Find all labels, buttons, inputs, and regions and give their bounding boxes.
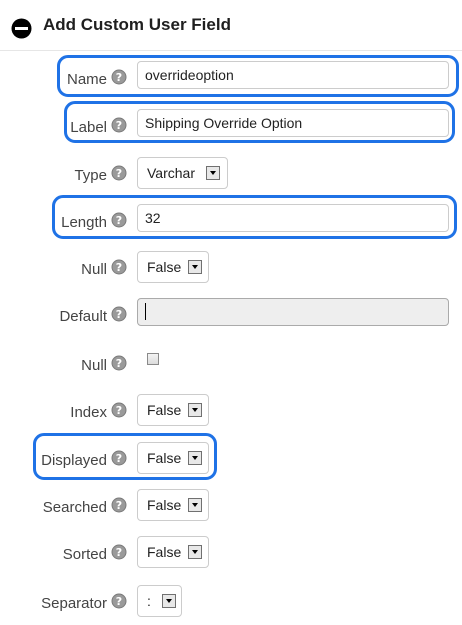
searched-label: Searched — [42, 499, 107, 516]
sorted-label: Sorted — [62, 546, 107, 563]
chevron-down-icon[interactable] — [188, 545, 202, 559]
chevron-down-icon[interactable] — [188, 403, 202, 417]
displayed-select[interactable]: False — [137, 442, 209, 474]
length-input[interactable] — [137, 204, 449, 232]
separator-label: Separator — [41, 595, 107, 612]
help-icon[interactable]: ? — [111, 497, 127, 513]
help-icon[interactable]: ? — [111, 212, 127, 228]
help-icon[interactable]: ? — [111, 402, 127, 418]
index-label: Index — [70, 404, 107, 421]
field-row-default: Default ? — [0, 297, 462, 337]
svg-text:?: ? — [116, 167, 122, 180]
label-label: Label — [70, 119, 107, 136]
null-select-value: False — [147, 259, 182, 275]
chevron-down-icon[interactable] — [188, 451, 202, 465]
field-row-length: Length ? — [0, 203, 462, 243]
field-row-searched: Searched ? False — [0, 488, 462, 528]
svg-text:?: ? — [116, 595, 122, 608]
svg-text:?: ? — [116, 546, 122, 559]
index-select[interactable]: False — [137, 394, 209, 426]
help-icon[interactable]: ? — [111, 306, 127, 322]
page-title: Add Custom User Field — [43, 15, 231, 34]
default-input[interactable] — [137, 298, 449, 326]
chevron-down-icon[interactable] — [188, 260, 202, 274]
index-select-value: False — [147, 402, 182, 418]
field-row-null-select: Null ? False — [0, 250, 462, 290]
length-label: Length — [61, 214, 107, 231]
field-row-separator: Separator ? : — [0, 584, 462, 624]
displayed-select-value: False — [147, 450, 182, 466]
type-label: Type — [74, 167, 107, 184]
help-icon[interactable]: ? — [111, 69, 127, 85]
field-row-index: Index ? False — [0, 393, 462, 433]
field-row-name: Name ? — [0, 60, 462, 100]
displayed-label: Displayed — [41, 452, 107, 469]
svg-text:?: ? — [116, 261, 122, 274]
field-row-displayed: Displayed ? False — [0, 441, 462, 481]
type-select-value: Varchar — [147, 165, 195, 181]
sorted-select[interactable]: False — [137, 536, 209, 568]
type-select[interactable]: Varchar — [137, 157, 228, 189]
chevron-down-icon[interactable] — [206, 166, 220, 180]
svg-text:?: ? — [116, 119, 122, 132]
null-checkbox[interactable] — [147, 353, 159, 365]
svg-text:?: ? — [116, 71, 122, 84]
name-input[interactable] — [137, 61, 449, 89]
help-icon[interactable]: ? — [111, 259, 127, 275]
separator-select-value: : — [147, 593, 151, 609]
help-icon[interactable]: ? — [111, 117, 127, 133]
separator-select[interactable]: : — [137, 585, 182, 617]
field-row-label: Label ? — [0, 108, 462, 148]
searched-select[interactable]: False — [137, 489, 209, 521]
field-row-sorted: Sorted ? False — [0, 535, 462, 575]
collapse-icon[interactable] — [11, 18, 32, 39]
searched-select-value: False — [147, 497, 182, 513]
sorted-select-value: False — [147, 544, 182, 560]
field-row-null-checkbox: Null ? — [0, 346, 462, 386]
null-select-label: Null — [81, 261, 107, 278]
chevron-down-icon[interactable] — [162, 594, 176, 608]
null-select[interactable]: False — [137, 251, 209, 283]
label-input[interactable] — [137, 109, 449, 137]
help-icon[interactable]: ? — [111, 165, 127, 181]
help-icon[interactable]: ? — [111, 450, 127, 466]
default-label: Default — [59, 308, 107, 325]
section-header: Add Custom User Field — [0, 0, 462, 51]
text-caret — [145, 303, 146, 320]
svg-text:?: ? — [116, 404, 122, 417]
help-icon[interactable]: ? — [111, 593, 127, 609]
help-icon[interactable]: ? — [111, 355, 127, 371]
name-label: Name — [66, 71, 107, 88]
svg-text:?: ? — [116, 214, 122, 227]
svg-text:?: ? — [116, 308, 122, 321]
field-row-type: Type ? Varchar — [0, 156, 462, 196]
svg-text:?: ? — [116, 499, 122, 512]
chevron-down-icon[interactable] — [188, 498, 202, 512]
svg-text:?: ? — [116, 452, 122, 465]
svg-text:?: ? — [116, 357, 122, 370]
null-checkbox-label: Null — [81, 357, 107, 374]
help-icon[interactable]: ? — [111, 544, 127, 560]
